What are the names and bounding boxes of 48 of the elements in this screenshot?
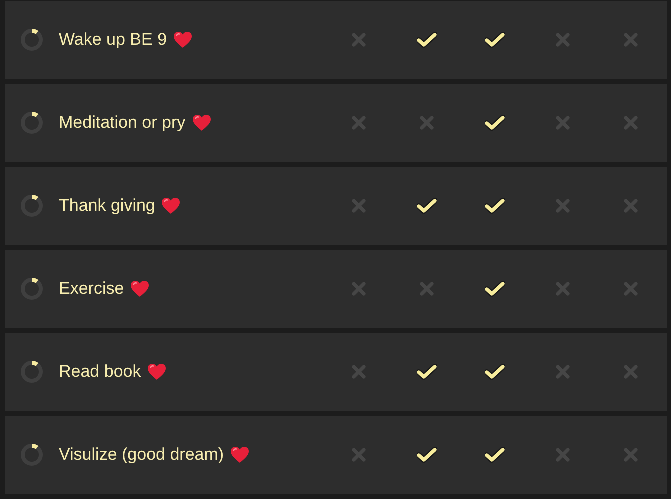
progress-ring-icon <box>20 194 44 218</box>
cross-icon <box>351 281 367 297</box>
cross-icon <box>419 115 435 131</box>
check-icon <box>417 447 437 463</box>
check-icon <box>485 281 505 297</box>
check-icon <box>485 115 505 131</box>
cross-icon <box>555 364 571 380</box>
cross-icon <box>351 447 367 463</box>
cross-icon <box>623 447 639 463</box>
heart-icon <box>130 280 150 298</box>
cross-icon <box>351 198 367 214</box>
progress-ring-icon <box>20 443 44 467</box>
cross-icon <box>555 198 571 214</box>
cross-icon <box>555 447 571 463</box>
cross-icon <box>555 281 571 297</box>
heart-icon <box>192 114 212 132</box>
check-icon <box>417 364 437 380</box>
cross-icon <box>623 198 639 214</box>
heart-icon <box>147 363 168 381</box>
check-icon <box>417 32 437 48</box>
cross-icon <box>623 115 639 131</box>
progress-ring-icon <box>20 111 44 135</box>
cross-icon <box>351 115 367 131</box>
cross-icon <box>351 364 367 380</box>
habit-name: Wake up BE 9 <box>59 29 168 52</box>
cross-icon <box>419 281 435 297</box>
check-icon <box>417 198 437 214</box>
heart-icon <box>230 446 250 464</box>
progress-ring-icon <box>20 277 44 301</box>
cross-icon <box>555 115 571 131</box>
cross-icon <box>623 32 639 48</box>
heart-icon <box>173 31 194 49</box>
cross-icon <box>623 281 639 297</box>
habit-name: Read book <box>59 361 142 384</box>
check-icon <box>485 447 505 463</box>
progress-ring-icon <box>20 360 44 384</box>
habit-name: Exercise <box>59 278 124 300</box>
progress-ring-icon <box>20 28 44 52</box>
heart-icon <box>161 197 182 215</box>
check-icon <box>485 198 505 214</box>
habit-name: Visulize (good dream) <box>59 444 224 466</box>
cross-icon <box>351 32 367 48</box>
habit-name: Meditation or pry <box>59 112 186 134</box>
check-icon <box>485 32 505 48</box>
cross-icon <box>555 32 571 48</box>
habit-name: Thank giving <box>59 195 156 218</box>
check-icon <box>485 364 505 380</box>
cross-icon <box>623 364 639 380</box>
